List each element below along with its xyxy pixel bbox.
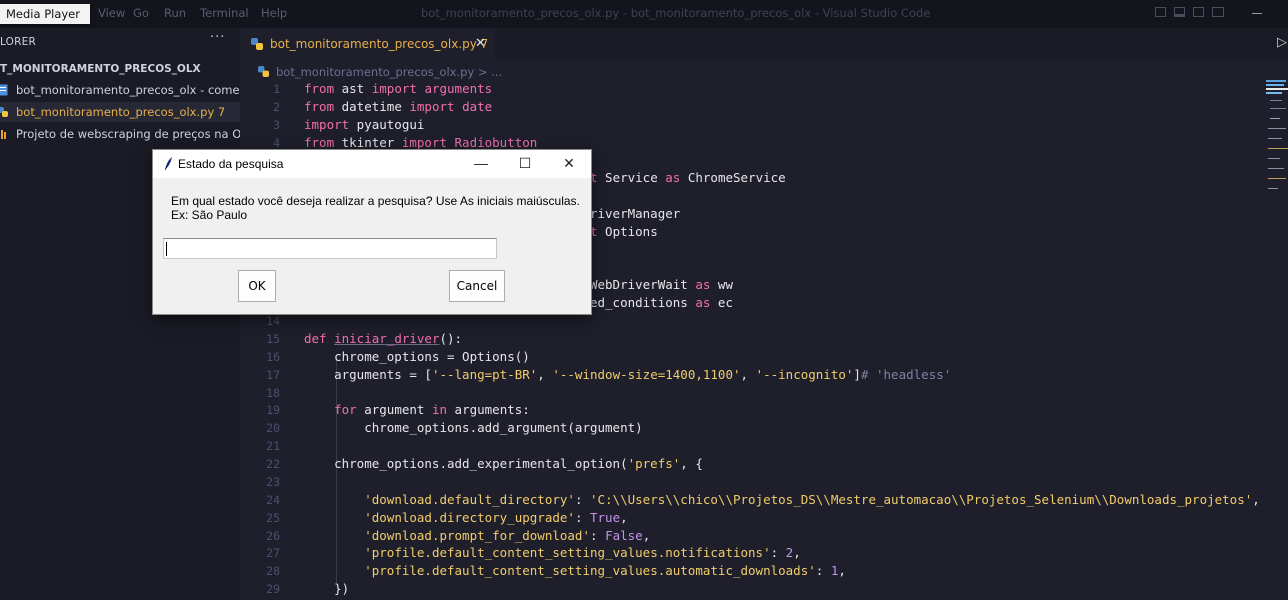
line-number: 28 — [266, 564, 280, 579]
line-number: 29 — [266, 582, 280, 597]
breadcrumb: bot_monitoramento_precos_olx.py > ... — [240, 60, 1288, 82]
state-input[interactable] — [163, 238, 497, 259]
text-caret — [166, 242, 167, 256]
line-number: 27 — [266, 546, 280, 561]
code-line: 'download.prompt_for_download': False, — [364, 527, 651, 543]
line-number: 24 — [266, 492, 280, 507]
minimize-window-icon[interactable] — [1252, 13, 1262, 14]
line-number: 16 — [266, 349, 280, 364]
code-line: arguments = ['--lang=pt-BR', '--window-s… — [304, 366, 952, 382]
menu-run[interactable]: Run — [164, 0, 186, 26]
chart-icon — [1, 130, 6, 139]
line-number: 4 — [273, 135, 280, 150]
prompt-line: Em qual estado você deseja realizar a pe… — [171, 194, 580, 208]
title-bar: Media Player View Go Run Terminal Help b… — [0, 0, 1288, 28]
menu-help[interactable]: Help — [261, 0, 287, 26]
line-number: 25 — [266, 510, 280, 525]
line-number: 14 — [266, 314, 280, 329]
customize-layout-icon[interactable] — [1212, 7, 1224, 17]
file-item-label: Projeto de webscraping de preços na O... — [16, 127, 240, 141]
line-number: 17 — [266, 367, 280, 382]
toggle-sidebar-icon[interactable] — [1155, 7, 1166, 17]
line-number: 18 — [266, 385, 280, 400]
code-line: chrome_options.add_argument(argument) — [304, 420, 643, 436]
code-line: for argument in arguments: — [334, 402, 530, 418]
dialog-title-bar[interactable]: Estado da pesquisa — ☐ ✕ — [153, 150, 591, 178]
code-line: from tkinter import Radiobutton — [304, 134, 538, 150]
line-number: 1 — [273, 82, 280, 96]
explorer-header: LORER — [0, 36, 36, 48]
document-icon — [0, 84, 8, 96]
state-dialog: Estado da pesquisa — ☐ ✕ Em qual estado … — [152, 149, 592, 315]
media-player-button[interactable]: Media Player — [0, 4, 90, 24]
run-icon[interactable]: ▷ — [1277, 35, 1287, 50]
cancel-button[interactable]: Cancel — [449, 270, 505, 302]
code-line: from datetime import date — [304, 98, 493, 114]
code-line: def iniciar_driver(): — [304, 331, 463, 347]
code-line: 'download.default_directory': 'C:\\Users… — [364, 491, 1260, 507]
file-item-label: bot_monitoramento_precos_olx - come... — [16, 83, 240, 97]
tab-bot-monitoramento[interactable]: bot_monitoramento_precos_olx.py 7 ✕ — [240, 28, 495, 60]
minimap[interactable] — [1262, 78, 1288, 208]
code-line: 'profile.default_content_setting_values.… — [364, 563, 846, 579]
file-item-notes[interactable]: bot_monitoramento_precos_olx - come... — [0, 80, 240, 100]
line-number: 20 — [266, 421, 280, 436]
toggle-panel-icon[interactable] — [1174, 7, 1185, 17]
menu-view[interactable]: View — [98, 0, 125, 26]
prompt-example: Ex: São Paulo — [171, 208, 248, 222]
line-number: 26 — [266, 528, 280, 543]
code-line: import pyautogui — [304, 116, 425, 132]
line-number: 15 — [266, 332, 280, 347]
dialog-minimize-icon[interactable]: — — [470, 153, 492, 173]
toggle-secondary-sidebar-icon[interactable] — [1193, 7, 1204, 17]
ok-button[interactable]: OK — [238, 270, 276, 302]
code-line: 'profile.default_content_setting_values.… — [364, 545, 801, 561]
dialog-close-icon[interactable]: ✕ — [558, 153, 580, 173]
python-icon — [0, 107, 8, 117]
dialog-prompt: Em qual estado você deseja realizar a pe… — [171, 194, 581, 222]
close-tab-icon[interactable]: ✕ — [475, 28, 486, 60]
code-line: chrome_options = Options() — [304, 348, 530, 364]
code-line: }) — [304, 581, 350, 597]
file-item-notebook[interactable]: Projeto de webscraping de preços na O... — [0, 124, 240, 144]
folder-section-title[interactable]: T_MONITORAMENTO_PRECOS_OLX — [0, 63, 201, 75]
more-actions-icon[interactable]: ··· — [210, 30, 225, 45]
tab-label: bot_monitoramento_precos_olx.py 7 — [270, 37, 489, 51]
line-number: 21 — [266, 439, 280, 454]
line-number: 19 — [266, 403, 280, 418]
python-icon — [251, 38, 263, 50]
dialog-title: Estado da pesquisa — [178, 157, 284, 171]
dialog-maximize-icon[interactable]: ☐ — [514, 153, 536, 173]
file-item-python[interactable]: bot_monitoramento_precos_olx.py 7 — [0, 102, 240, 122]
menu-terminal[interactable]: Terminal — [200, 0, 249, 26]
file-item-label: bot_monitoramento_precos_olx.py 7 — [16, 105, 226, 119]
python-icon — [258, 66, 269, 77]
editor-tabs: bot_monitoramento_precos_olx.py 7 ✕ — [240, 28, 1288, 60]
line-number: 2 — [273, 99, 280, 114]
line-number: 3 — [273, 117, 280, 132]
code-line: from ast import arguments — [304, 81, 493, 96]
line-number: 22 — [266, 457, 280, 472]
line-number: 23 — [266, 474, 280, 489]
window-title: bot_monitoramento_precos_olx.py - bot_mo… — [421, 6, 931, 20]
code-line: 'download.directory_upgrade': True, — [364, 509, 628, 525]
menu-go[interactable]: Go — [133, 0, 149, 26]
code-line: chrome_options.add_experimental_option('… — [304, 456, 703, 472]
feather-icon — [164, 157, 172, 171]
